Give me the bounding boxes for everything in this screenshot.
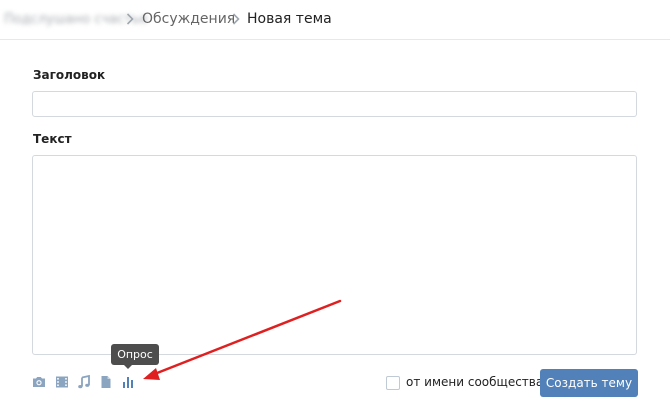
community-checkbox[interactable] bbox=[386, 376, 400, 390]
breadcrumb-discussions-link[interactable]: Обсуждения bbox=[142, 11, 235, 28]
text-input[interactable] bbox=[32, 155, 637, 355]
community-checkbox-label[interactable]: от имени сообщества bbox=[406, 375, 543, 390]
title-label: Заголовок bbox=[33, 68, 106, 82]
create-topic-button[interactable]: Создать тему bbox=[540, 369, 638, 397]
camera-icon[interactable] bbox=[31, 374, 47, 390]
video-icon[interactable] bbox=[54, 374, 70, 390]
breadcrumb: Подслушано счастье Обсуждения Новая тема bbox=[0, 0, 670, 40]
chevron-right-icon bbox=[232, 12, 240, 26]
chevron-right-icon bbox=[126, 12, 134, 26]
text-label: Текст bbox=[33, 132, 72, 146]
tooltip-arrow bbox=[123, 364, 133, 369]
poll-tooltip: Опрос bbox=[111, 344, 159, 365]
page-title: Новая тема bbox=[247, 11, 332, 27]
title-input[interactable] bbox=[32, 91, 637, 117]
poll-icon[interactable] bbox=[120, 374, 136, 390]
document-icon[interactable] bbox=[98, 374, 114, 390]
music-icon[interactable] bbox=[76, 374, 92, 390]
